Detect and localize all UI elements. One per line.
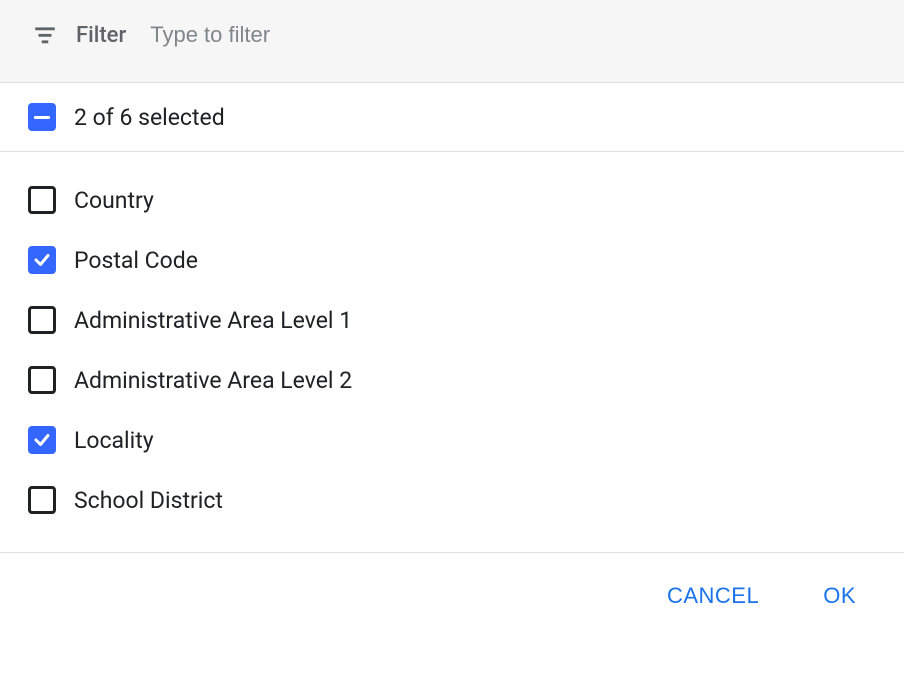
option-row-country[interactable]: Country bbox=[0, 170, 904, 230]
option-row-locality[interactable]: Locality bbox=[0, 410, 904, 470]
checkbox-icon bbox=[28, 246, 56, 274]
checkbox-icon bbox=[28, 426, 56, 454]
option-label: School District bbox=[74, 487, 223, 514]
filter-bar: Filter bbox=[0, 0, 904, 83]
option-row-admin-area-1[interactable]: Administrative Area Level 1 bbox=[0, 290, 904, 350]
checkbox-icon bbox=[28, 186, 56, 214]
option-row-postal-code[interactable]: Postal Code bbox=[0, 230, 904, 290]
selection-summary: 2 of 6 selected bbox=[74, 104, 225, 131]
checkbox-icon bbox=[28, 486, 56, 514]
checkbox-icon bbox=[28, 366, 56, 394]
options-list: Country Postal Code Administrative Area … bbox=[0, 152, 904, 553]
indeterminate-checkbox-icon bbox=[28, 103, 56, 131]
dialog-actions: CANCEL OK bbox=[0, 553, 904, 639]
filter-label: Filter bbox=[76, 23, 126, 48]
select-all-row[interactable]: 2 of 6 selected bbox=[0, 83, 904, 152]
option-row-school-district[interactable]: School District bbox=[0, 470, 904, 530]
option-label: Postal Code bbox=[74, 247, 198, 274]
option-label: Administrative Area Level 1 bbox=[74, 307, 352, 334]
filter-input[interactable] bbox=[150, 22, 872, 48]
filter-icon bbox=[32, 22, 58, 48]
cancel-button[interactable]: CANCEL bbox=[659, 575, 767, 617]
option-label: Administrative Area Level 2 bbox=[74, 367, 352, 394]
ok-button[interactable]: OK bbox=[815, 575, 864, 617]
option-row-admin-area-2[interactable]: Administrative Area Level 2 bbox=[0, 350, 904, 410]
checkbox-icon bbox=[28, 306, 56, 334]
option-label: Country bbox=[74, 187, 154, 214]
option-label: Locality bbox=[74, 427, 154, 454]
